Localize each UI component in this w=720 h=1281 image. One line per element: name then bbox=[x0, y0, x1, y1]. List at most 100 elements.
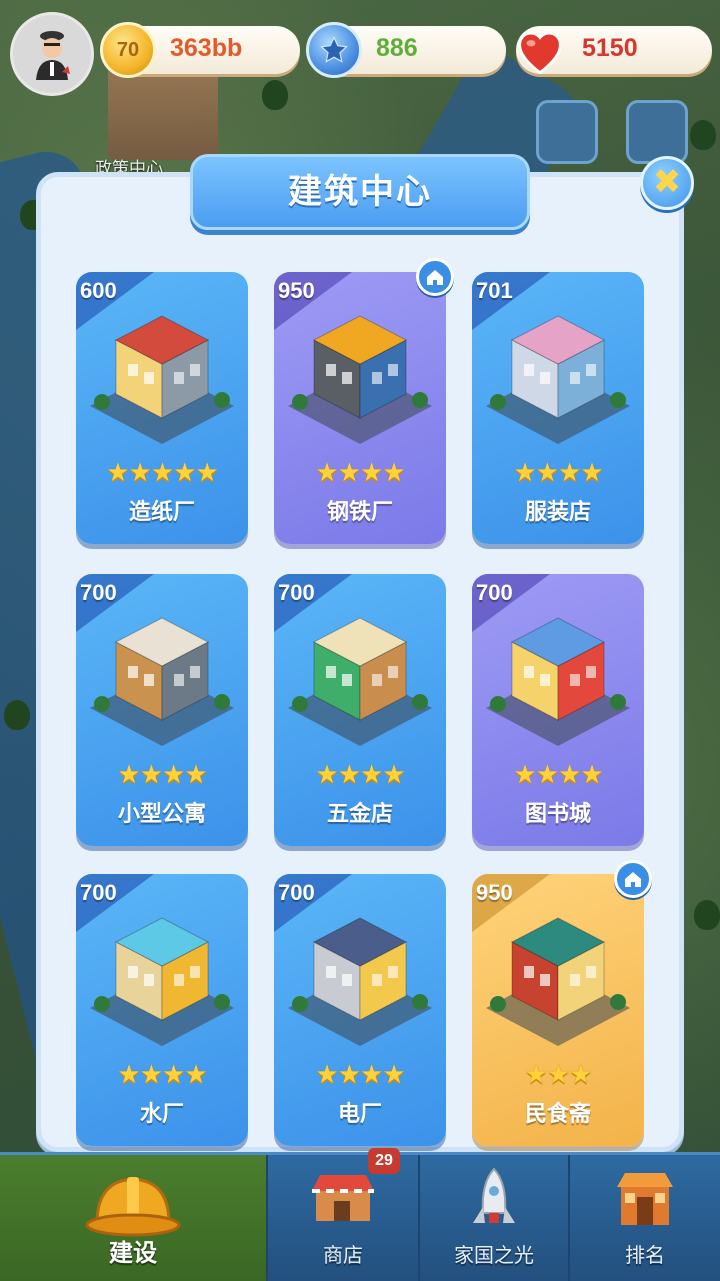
building-image bbox=[76, 596, 248, 766]
star-icon: ★ bbox=[195, 458, 218, 488]
star-rating: ★★★★ bbox=[76, 760, 248, 790]
building-card[interactable]: 950 ★★★★ 钢铁厂 bbox=[274, 272, 446, 544]
bottom-nav: 建设 商店 家国之光 排名 bbox=[0, 1152, 720, 1281]
heart-value: 5150 bbox=[582, 34, 638, 62]
nav-national-glory[interactable]: 家国之光 bbox=[420, 1155, 570, 1281]
building-card[interactable]: 700 ★★★★ 图书城 bbox=[472, 574, 644, 846]
rocket-icon bbox=[473, 1167, 515, 1223]
building-cost: 600 bbox=[80, 278, 117, 303]
building-name: 图书城 bbox=[524, 802, 591, 827]
star-icon: ★ bbox=[139, 1060, 163, 1090]
star-rating: ★★★★ bbox=[274, 760, 446, 790]
star-icon: ★ bbox=[360, 1060, 383, 1090]
nav-shop[interactable]: 商店 bbox=[268, 1155, 420, 1281]
star-icon: ★ bbox=[117, 1060, 140, 1090]
star-rating: ★★★★ bbox=[274, 1060, 446, 1090]
nav-ranking[interactable]: 排名 bbox=[570, 1155, 720, 1281]
star-icon: ★ bbox=[162, 1060, 185, 1090]
nav-label: 建设 bbox=[109, 1239, 157, 1267]
user-avatar-icon bbox=[36, 31, 70, 80]
building-cost: 700 bbox=[278, 580, 315, 605]
star-icon: ★ bbox=[513, 458, 536, 488]
building-card[interactable]: 700 ★★★★ 水厂 bbox=[76, 874, 248, 1146]
home-icon bbox=[625, 872, 641, 887]
star-icon: ★ bbox=[569, 1060, 592, 1090]
star-icon: ★ bbox=[315, 1060, 338, 1090]
close-button[interactable]: ✖ bbox=[640, 156, 694, 210]
building-card[interactable]: 701 ★★★★ 服装店 bbox=[472, 272, 644, 544]
star-icon: ★ bbox=[184, 1060, 207, 1090]
star-icon: ★ bbox=[382, 458, 405, 488]
home-badge[interactable] bbox=[416, 258, 454, 296]
event-icon[interactable] bbox=[536, 100, 598, 164]
star-icon: ★ bbox=[315, 458, 338, 488]
building-name: 造纸厂 bbox=[128, 500, 195, 525]
building-image bbox=[472, 596, 644, 766]
building-name: 水厂 bbox=[139, 1102, 184, 1127]
star-icon: ★ bbox=[150, 458, 174, 488]
building-cost: 950 bbox=[278, 278, 315, 303]
tree bbox=[694, 900, 720, 930]
star-value: 886 bbox=[376, 34, 418, 62]
star-icon: ★ bbox=[360, 760, 383, 790]
coin-value: 363bb bbox=[170, 34, 243, 62]
nav-label: 排名 bbox=[625, 1243, 665, 1267]
building-card[interactable]: 700 ★★★★ 小型公寓 bbox=[76, 574, 248, 846]
building-card[interactable]: 600 ★★★★★ 造纸厂 bbox=[76, 272, 248, 544]
building-image bbox=[274, 596, 446, 766]
star-icon: ★ bbox=[162, 760, 185, 790]
star-icon: ★ bbox=[535, 458, 559, 488]
building-image bbox=[274, 294, 446, 464]
star-icon: ★ bbox=[524, 1060, 548, 1090]
star-icon: ★ bbox=[337, 458, 361, 488]
building-cost: 700 bbox=[476, 580, 513, 605]
building-cost: 701 bbox=[476, 278, 513, 303]
star-icon: ★ bbox=[337, 1060, 361, 1090]
star-icon: ★ bbox=[546, 1060, 570, 1090]
coin-counter[interactable]: 70 363bb bbox=[100, 22, 300, 78]
star-icon: ★ bbox=[513, 760, 536, 790]
nav-build[interactable]: 建设 bbox=[0, 1155, 268, 1281]
star-icon: ★ bbox=[382, 760, 405, 790]
building-card[interactable]: 950 ★★★ 民食斋 bbox=[472, 874, 644, 1146]
panel-title: 建筑中心 bbox=[190, 154, 530, 230]
star-icon: ★ bbox=[184, 760, 207, 790]
building-name: 小型公寓 bbox=[117, 802, 206, 827]
star-icon: ★ bbox=[580, 458, 603, 488]
star-icon: ★ bbox=[382, 1060, 405, 1090]
building-cost: 700 bbox=[80, 580, 117, 605]
character-icon[interactable] bbox=[626, 100, 688, 164]
star-counter[interactable]: 886 bbox=[306, 22, 506, 78]
nav-label: 商店 bbox=[323, 1243, 363, 1267]
star-icon: ★ bbox=[558, 458, 581, 488]
star-icon: ★ bbox=[173, 458, 196, 488]
building-name: 服装店 bbox=[524, 500, 591, 525]
home-badge[interactable] bbox=[614, 860, 652, 898]
avatar[interactable] bbox=[10, 12, 94, 96]
building-card[interactable]: 700 ★★★★ 五金店 bbox=[274, 574, 446, 846]
building-cost: 950 bbox=[476, 880, 513, 905]
home-icon bbox=[427, 270, 443, 285]
ranking-icon bbox=[617, 1173, 673, 1225]
star-icon: ★ bbox=[558, 760, 581, 790]
building-name: 电厂 bbox=[337, 1102, 382, 1127]
star-icon: ★ bbox=[139, 760, 163, 790]
star-rating: ★★★ bbox=[472, 1060, 644, 1090]
star-rating: ★★★★ bbox=[274, 458, 446, 488]
shop-notification-badge: 29 bbox=[368, 1148, 400, 1174]
star-icon: ★ bbox=[315, 760, 338, 790]
tree bbox=[4, 700, 30, 730]
building-image bbox=[76, 294, 248, 464]
building-cost: 700 bbox=[80, 880, 117, 905]
star-icon: ★ bbox=[128, 458, 152, 488]
star-icon: ★ bbox=[360, 458, 383, 488]
building-card[interactable]: 700 ★★★★ 电厂 bbox=[274, 874, 446, 1146]
building-name: 民食斋 bbox=[524, 1102, 591, 1127]
heart-counter[interactable]: 5150 bbox=[516, 26, 712, 75]
star-icon: ★ bbox=[337, 760, 361, 790]
tree bbox=[690, 120, 716, 150]
star-rating: ★★★★ bbox=[472, 458, 644, 488]
building-cost: 700 bbox=[278, 880, 315, 905]
star-icon: ★ bbox=[580, 760, 603, 790]
building-image bbox=[472, 896, 644, 1066]
